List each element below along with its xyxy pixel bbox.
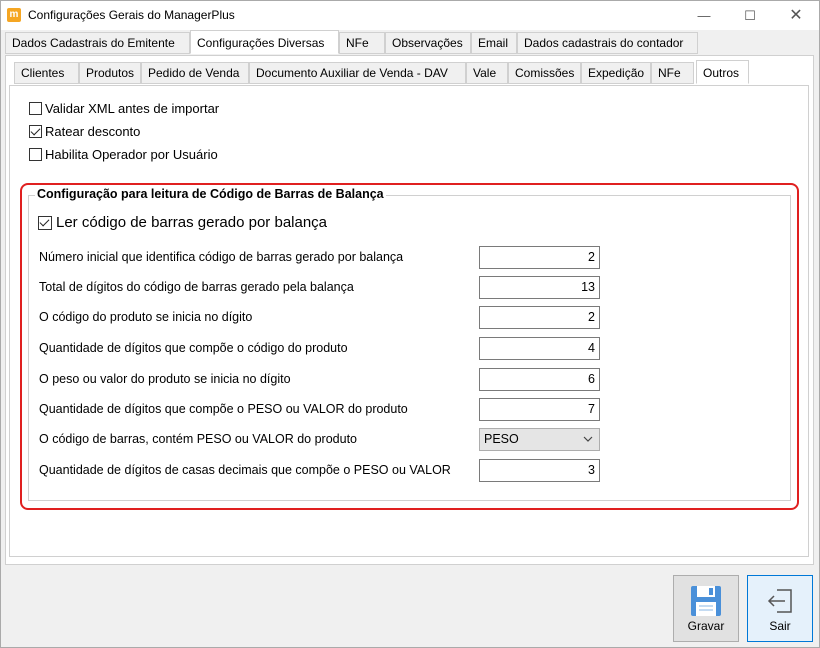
tab-comissoes[interactable]: Comissões (508, 62, 581, 84)
option-ler-codigo-balanca[interactable]: Ler código de barras gerado por balança (38, 214, 327, 231)
tab-produtos[interactable]: Produtos (79, 62, 141, 84)
field-label: O código de barras, contém PESO ou VALOR… (39, 432, 357, 446)
numero-inicial-input[interactable]: 2 (479, 246, 600, 269)
peso-valor-select[interactable]: PESO (479, 428, 600, 451)
app-icon: m (7, 8, 21, 22)
field-label: O peso ou valor do produto se inicia no … (39, 372, 291, 386)
codigo-produto-digitos-input[interactable]: 4 (479, 337, 600, 360)
peso-valor-inicio-input[interactable]: 6 (479, 368, 600, 391)
option-validar-xml[interactable]: Validar XML antes de importar (29, 100, 219, 116)
field-label: Quantidade de dígitos de casas decimais … (39, 463, 451, 477)
total-digitos-input[interactable]: 13 (479, 276, 600, 299)
select-value: PESO (484, 432, 519, 446)
casas-decimais-input[interactable]: 3 (479, 459, 600, 482)
exit-button-label: Sair (769, 619, 791, 633)
exit-button[interactable]: Sair (747, 575, 813, 642)
checkbox[interactable] (29, 101, 42, 115)
option-label: Habilita Operador por Usuário (45, 146, 218, 162)
chevron-down-icon (583, 429, 593, 458)
tab-expedicao[interactable]: Expedição (581, 62, 651, 84)
checkbox[interactable] (29, 124, 42, 138)
maximize-button[interactable]: ☐ (727, 1, 773, 30)
exit-arrow-icon (748, 584, 812, 621)
peso-valor-digitos-input[interactable]: 7 (479, 398, 600, 421)
tab-nfe-sub[interactable]: NFe (651, 62, 694, 84)
option-ratear-desconto[interactable]: Ratear desconto (29, 123, 140, 139)
field-label: Número inicial que identifica código de … (39, 250, 404, 264)
checkbox[interactable] (38, 215, 52, 230)
tab-configuracoes-diversas[interactable]: Configurações Diversas (190, 30, 339, 54)
field-label: Quantidade de dígitos que compõe o PESO … (39, 402, 408, 416)
field-label: Quantidade de dígitos que compõe o códig… (39, 341, 348, 355)
tab-dados-cadastrais-contador[interactable]: Dados cadastrais do contador (517, 32, 698, 54)
field-label: Total de dígitos do código de barras ger… (39, 280, 354, 294)
tab-email[interactable]: Email (471, 32, 517, 54)
option-habilita-operador[interactable]: Habilita Operador por Usuário (29, 146, 218, 162)
minimize-button[interactable]: — (681, 1, 727, 30)
option-label: Validar XML antes de importar (45, 100, 220, 116)
save-button-label: Gravar (687, 619, 725, 633)
field-label: O código do produto se inicia no dígito (39, 310, 253, 324)
tab-observacoes[interactable]: Observações (385, 32, 471, 54)
checkbox[interactable] (29, 147, 42, 161)
tab-documento-auxiliar-dav[interactable]: Documento Auxiliar de Venda - DAV (249, 62, 466, 84)
codigo-produto-inicio-input[interactable]: 2 (479, 306, 600, 329)
close-button[interactable]: ✕ (773, 1, 819, 30)
tab-dados-cadastrais-emitente[interactable]: Dados Cadastrais do Emitente (5, 32, 190, 54)
option-label: Ler código de barras gerado por balança (56, 214, 328, 231)
tab-pedido-de-venda[interactable]: Pedido de Venda (141, 62, 249, 84)
title-bar: m Configurações Gerais do ManagerPlus — … (1, 1, 819, 30)
window-title: Configurações Gerais do ManagerPlus (28, 8, 235, 22)
option-label: Ratear desconto (45, 123, 141, 139)
tab-outros[interactable]: Outros (696, 60, 749, 84)
tab-nfe[interactable]: NFe (339, 32, 385, 54)
save-button[interactable]: Gravar (673, 575, 739, 642)
settings-window: m Configurações Gerais do ManagerPlus — … (0, 0, 820, 648)
floppy-disk-icon (674, 584, 738, 621)
tab-vale[interactable]: Vale (466, 62, 508, 84)
tab-clientes[interactable]: Clientes (14, 62, 79, 84)
